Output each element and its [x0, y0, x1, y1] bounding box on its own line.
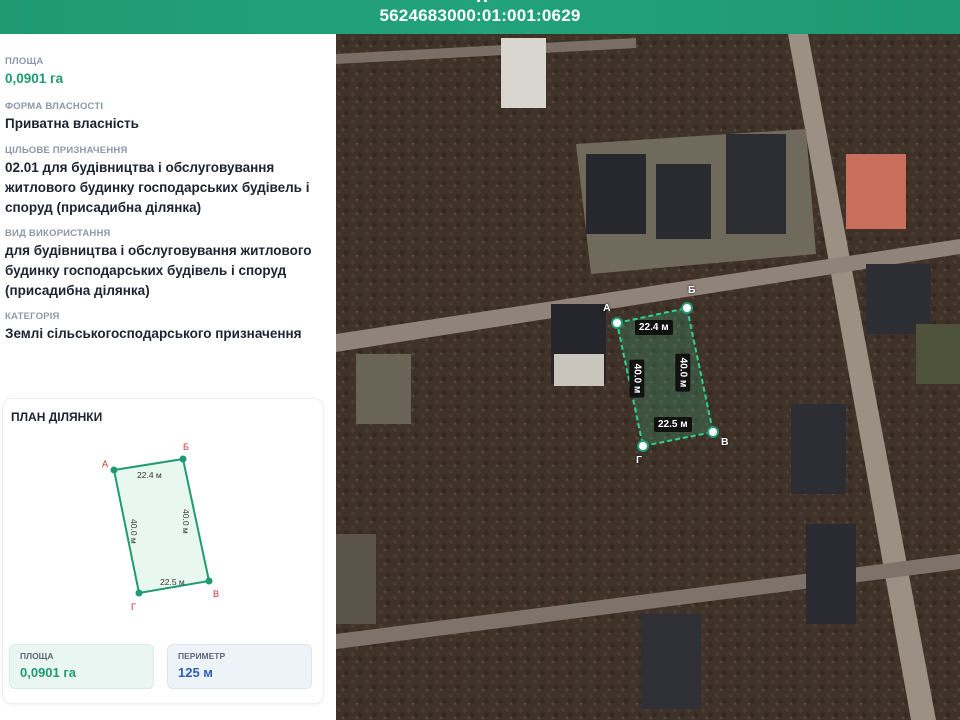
plan-vertex-marker-b	[179, 455, 187, 463]
vertex-handle-a	[611, 317, 623, 329]
ownership-label: ФОРМА ВЛАСНОСТІ	[5, 101, 104, 112]
plan-vertex-a: А	[102, 459, 108, 469]
map-side-bottom: 22.5 м	[654, 417, 692, 432]
cadastral-number: 5624683000:01:001:0629	[379, 6, 581, 25]
purpose-label: ЦІЛЬОВЕ ПРИЗНАЧЕННЯ	[5, 145, 128, 156]
vertex-handle-g	[637, 440, 649, 452]
map-vertex-b: Б	[688, 284, 696, 296]
parcel-info-panel: ПЛОЩА 0,0901 га ФОРМА ВЛАСНОСТІ Приватна…	[0, 34, 336, 720]
plan-area-stat: ПЛОЩА 0,0901 га	[9, 644, 154, 689]
area-field: ПЛОЩА 0,0901 га	[5, 56, 330, 89]
plan-area-value: 0,0901 га	[20, 665, 77, 680]
plan-vertex-marker-g	[135, 589, 143, 597]
map-vertex-v: В	[721, 436, 729, 448]
ownership-field: ФОРМА ВЛАСНОСТІ Приватна власність	[5, 101, 330, 134]
map-side-top: 22.4 м	[635, 320, 673, 335]
plan-area-label: ПЛОЩА	[20, 651, 54, 661]
plan-vertex-g: Г	[131, 602, 136, 612]
parcel-overlay[interactable]	[336, 34, 960, 720]
purpose-field: ЦІЛЬОВЕ ПРИЗНАЧЕННЯ 02.01 для будівництв…	[5, 145, 330, 218]
plan-side-bottom: 22.5 м	[160, 577, 185, 587]
plan-side-left: 40.0 м	[129, 519, 139, 544]
usage-value: для будівництва і обслуговування житлово…	[5, 243, 312, 298]
map-vertex-g: Г	[636, 454, 642, 466]
category-value: Землі сільськогосподарського призначення	[5, 326, 302, 341]
plan-vertex-marker-a	[110, 466, 118, 474]
plan-vertex-marker-v	[205, 577, 213, 585]
plan-vertex-v: В	[213, 589, 219, 599]
header-bar: 5624683000:01:001:0629	[0, 0, 960, 34]
plan-vertex-b: Б	[183, 442, 189, 452]
plan-perimeter-stat: ПЕРИМЕТР 125 м	[167, 644, 312, 689]
vertex-handle-v	[707, 426, 719, 438]
satellite-map[interactable]: А Б В Г 22.4 м 22.5 м 40.0 м 40.0 м	[336, 34, 960, 720]
purpose-value: 02.01 для будівництва і обслуговування ж…	[5, 160, 310, 215]
category-field: КАТЕГОРІЯ Землі сільськогосподарського п…	[5, 311, 330, 344]
usage-label: ВИД ВИКОРИСТАННЯ	[5, 228, 111, 239]
plan-side-top: 22.4 м	[137, 470, 162, 480]
category-label: КАТЕГОРІЯ	[5, 311, 60, 322]
usage-field: ВИД ВИКОРИСТАННЯ для будівництва і обслу…	[5, 228, 330, 301]
area-value: 0,0901 га	[5, 71, 64, 86]
map-side-right: 40.0 м	[675, 353, 691, 392]
plan-perimeter-label: ПЕРИМЕТР	[178, 651, 226, 661]
area-label: ПЛОЩА	[5, 56, 44, 67]
map-side-left: 40.0 м	[629, 359, 645, 398]
vertex-handle-b	[681, 302, 693, 314]
plan-perimeter-value: 125 м	[178, 665, 213, 680]
plan-diagram: А Б В Г 22.4 м 22.5 м 40.0 м 40.0 м	[102, 442, 219, 612]
map-vertex-a: А	[603, 302, 611, 314]
header-cut-glyph	[477, 0, 487, 2]
plan-side-right: 40.0 м	[181, 509, 191, 534]
ownership-value: Приватна власність	[5, 116, 139, 131]
plan-card: ПЛАН ДІЛЯНКИ А Б В Г 22.4 м 22.5 м 40.0 …	[2, 398, 324, 704]
